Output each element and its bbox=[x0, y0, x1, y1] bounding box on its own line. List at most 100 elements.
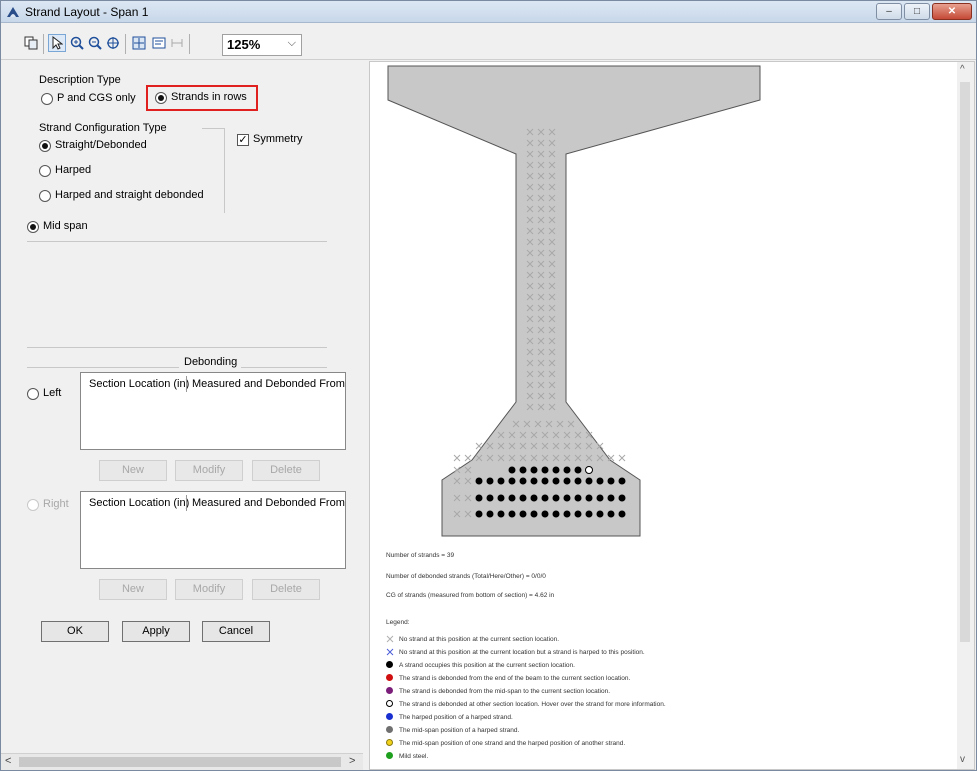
strand[interactable] bbox=[552, 510, 560, 518]
strand[interactable] bbox=[574, 494, 582, 502]
dimension-button[interactable] bbox=[169, 35, 185, 51]
symmetry-checkbox[interactable]: ✓ bbox=[237, 134, 249, 146]
scroll-down-icon[interactable]: v bbox=[960, 754, 965, 765]
strand[interactable] bbox=[552, 466, 560, 474]
radio-harped-label: Harped bbox=[55, 164, 92, 176]
strand[interactable] bbox=[519, 494, 527, 502]
radio-p-cgs-only[interactable] bbox=[41, 93, 53, 105]
strand[interactable] bbox=[508, 477, 516, 485]
radio-harped-straight-debonded-label: Harped and straight debonded bbox=[55, 189, 204, 201]
strand[interactable] bbox=[618, 477, 626, 485]
strand-layout-canvas[interactable]: Number of strands = 39 Number of debonde… bbox=[369, 61, 975, 770]
right-debond-table[interactable]: Section Location (in) Measured and Debon… bbox=[80, 491, 346, 569]
properties-button[interactable] bbox=[151, 35, 167, 51]
strand[interactable] bbox=[508, 466, 516, 474]
radio-harped-straight-debonded[interactable] bbox=[39, 190, 51, 202]
strand[interactable] bbox=[530, 510, 538, 518]
strand[interactable] bbox=[563, 466, 571, 474]
strand[interactable] bbox=[574, 466, 582, 474]
legend-item: The strand is debonded from the end of t… bbox=[386, 673, 630, 683]
radio-straight-debonded[interactable] bbox=[39, 140, 51, 152]
strand[interactable] bbox=[541, 477, 549, 485]
strand[interactable] bbox=[508, 494, 516, 502]
strand[interactable] bbox=[497, 510, 505, 518]
apply-button[interactable]: Apply bbox=[122, 621, 190, 642]
maximize-button[interactable]: □ bbox=[904, 3, 930, 20]
strand[interactable] bbox=[508, 510, 516, 518]
left-modify-button[interactable]: Modify bbox=[175, 460, 243, 481]
strand[interactable] bbox=[497, 477, 505, 485]
right-new-button[interactable]: New bbox=[99, 579, 167, 600]
strand[interactable] bbox=[486, 477, 494, 485]
scroll-thumb[interactable] bbox=[960, 82, 970, 642]
strand[interactable] bbox=[585, 494, 593, 502]
strand[interactable] bbox=[541, 494, 549, 502]
debonding-label: Debonding bbox=[184, 356, 238, 368]
strand[interactable] bbox=[530, 477, 538, 485]
strand[interactable] bbox=[585, 510, 593, 518]
scroll-left-icon[interactable]: < bbox=[5, 755, 11, 767]
zoom-in-button[interactable] bbox=[69, 35, 85, 51]
strand[interactable] bbox=[563, 510, 571, 518]
move-icon bbox=[107, 37, 119, 49]
ok-button[interactable]: OK bbox=[41, 621, 109, 642]
strand[interactable] bbox=[552, 477, 560, 485]
strand[interactable] bbox=[596, 494, 604, 502]
strand[interactable] bbox=[563, 494, 571, 502]
strand[interactable] bbox=[541, 466, 549, 474]
number-of-strands: Number of strands = 39 bbox=[386, 552, 455, 559]
strand[interactable] bbox=[618, 494, 626, 502]
left-debond-table[interactable]: Section Location (in) Measured and Debon… bbox=[80, 372, 346, 450]
left-new-button[interactable]: New bbox=[99, 460, 167, 481]
strand[interactable] bbox=[497, 494, 505, 502]
zoom-select[interactable]: 125% ⌵ bbox=[222, 34, 302, 56]
cancel-button[interactable]: Cancel bbox=[202, 621, 270, 642]
strand[interactable] bbox=[530, 466, 538, 474]
scroll-thumb[interactable] bbox=[19, 757, 341, 767]
pan-button[interactable] bbox=[105, 35, 121, 51]
scroll-right-icon[interactable]: > bbox=[349, 755, 355, 767]
strand[interactable] bbox=[552, 494, 560, 502]
strand[interactable] bbox=[563, 477, 571, 485]
strand[interactable] bbox=[519, 510, 527, 518]
strand[interactable] bbox=[618, 510, 626, 518]
radio-mid-span[interactable] bbox=[27, 221, 39, 233]
right-delete-button[interactable]: Delete bbox=[252, 579, 320, 600]
fit-view-button[interactable] bbox=[131, 35, 147, 51]
strand[interactable] bbox=[607, 477, 615, 485]
strand[interactable] bbox=[585, 477, 593, 485]
strand[interactable] bbox=[585, 466, 593, 474]
scroll-up-icon[interactable]: ^ bbox=[960, 64, 965, 75]
strand[interactable] bbox=[574, 510, 582, 518]
strand[interactable] bbox=[596, 477, 604, 485]
close-button[interactable]: ✕ bbox=[932, 3, 972, 20]
select-pointer-button[interactable] bbox=[48, 34, 66, 52]
strand[interactable] bbox=[574, 477, 582, 485]
strand[interactable] bbox=[519, 477, 527, 485]
strand[interactable] bbox=[596, 510, 604, 518]
strand[interactable] bbox=[530, 494, 538, 502]
left-delete-button[interactable]: Delete bbox=[252, 460, 320, 481]
strand[interactable] bbox=[486, 510, 494, 518]
right-vertical-scrollbar[interactable]: ^ v bbox=[957, 62, 974, 769]
minimize-button[interactable]: – bbox=[876, 3, 902, 20]
radio-debond-right[interactable] bbox=[27, 499, 39, 511]
strand[interactable] bbox=[475, 477, 483, 485]
legend-item: The strand is debonded from the mid-span… bbox=[386, 686, 610, 696]
strand[interactable] bbox=[486, 494, 494, 502]
radio-harped[interactable] bbox=[39, 165, 51, 177]
left-horizontal-scrollbar[interactable]: < > bbox=[1, 753, 363, 770]
strand[interactable] bbox=[475, 494, 483, 502]
strand[interactable] bbox=[519, 466, 527, 474]
radio-debond-left[interactable] bbox=[27, 388, 39, 400]
strand[interactable] bbox=[607, 494, 615, 502]
strand[interactable] bbox=[607, 510, 615, 518]
strand[interactable] bbox=[541, 510, 549, 518]
strand[interactable] bbox=[475, 510, 483, 518]
group-border bbox=[202, 128, 224, 129]
right-modify-button[interactable]: Modify bbox=[175, 579, 243, 600]
radio-strands-in-rows[interactable] bbox=[155, 92, 167, 104]
copy-button[interactable] bbox=[23, 35, 39, 51]
legend-text: No strand at this position at the curren… bbox=[399, 635, 560, 643]
zoom-out-button[interactable] bbox=[87, 35, 103, 51]
